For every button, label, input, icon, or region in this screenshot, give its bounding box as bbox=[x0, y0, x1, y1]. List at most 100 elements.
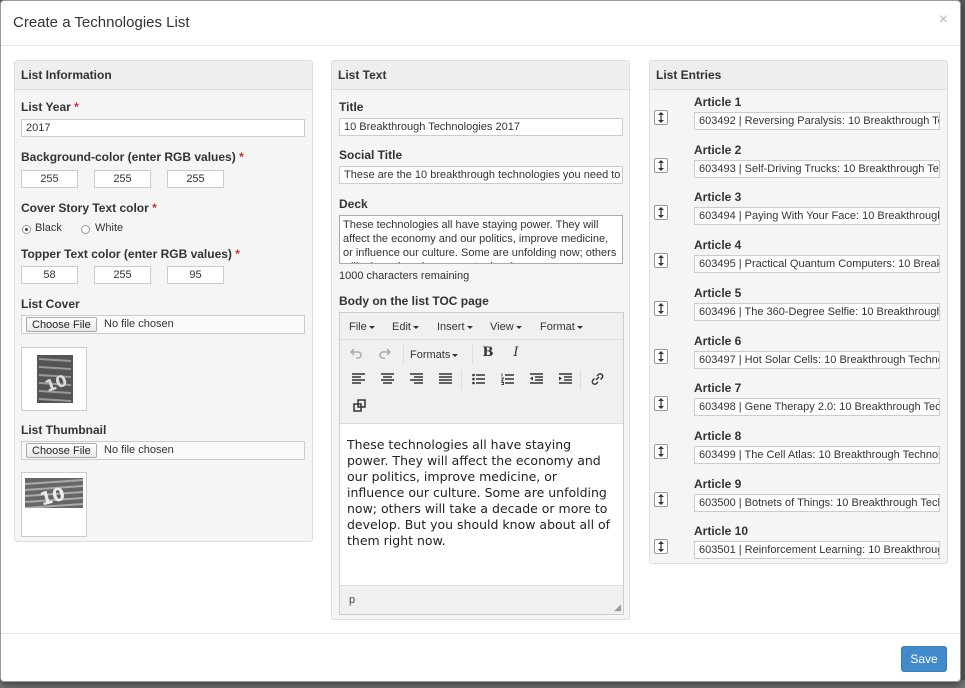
article-label: Article 1 bbox=[694, 95, 742, 109]
drag-handle-icon[interactable] bbox=[654, 301, 668, 316]
article-input[interactable]: 603500 | Botnets of Things: 10 Breakthro… bbox=[694, 494, 940, 512]
modal-title: Create a Technologies List bbox=[13, 14, 190, 31]
outdent-icon[interactable] bbox=[527, 373, 545, 385]
align-left-icon[interactable] bbox=[349, 373, 367, 385]
article-input[interactable]: 603501 | Reinforcement Learning: 10 Brea… bbox=[694, 541, 940, 559]
file-status: No file chosen bbox=[104, 444, 174, 456]
article-label: Article 10 bbox=[694, 524, 749, 538]
toolbar-separator bbox=[580, 370, 581, 390]
social-title-input[interactable]: These are the 10 breakthrough technologi… bbox=[339, 166, 623, 184]
element-path[interactable]: p bbox=[349, 594, 355, 606]
article-label: Article 3 bbox=[694, 190, 742, 204]
topper-green-input[interactable]: 255 bbox=[94, 266, 151, 284]
cover-text-color-label: Cover Story Text color * bbox=[21, 201, 157, 215]
article-label: Article 4 bbox=[694, 238, 742, 252]
indent-icon[interactable] bbox=[556, 373, 574, 385]
edit-menu[interactable]: Edit bbox=[392, 321, 419, 333]
file-menu[interactable]: File bbox=[349, 321, 375, 333]
white-radio-label: White bbox=[95, 222, 124, 234]
article-input[interactable]: 603498 | Gene Therapy 2.0: 10 Breakthrou… bbox=[694, 398, 940, 416]
list-text-panel: List Text Title 10 Breakthrough Technolo… bbox=[331, 60, 630, 620]
article-input[interactable]: 603499 | The Cell Atlas: 10 Breakthrough… bbox=[694, 446, 940, 464]
undo-icon[interactable] bbox=[347, 347, 365, 359]
choose-file-button[interactable]: Choose File bbox=[26, 443, 97, 458]
editor-toolbar: Formats B I bbox=[340, 340, 623, 424]
list-year-input[interactable]: 2017 bbox=[21, 119, 305, 137]
drag-handle-icon[interactable] bbox=[654, 539, 668, 554]
editor-statusbar: p ◢ bbox=[340, 585, 623, 614]
article-label: Article 2 bbox=[694, 143, 742, 157]
list-cover-image: 10 bbox=[21, 347, 87, 411]
align-right-icon[interactable] bbox=[407, 373, 425, 385]
black-radio-label: Black bbox=[35, 222, 62, 234]
list-thumbnail-image: 10 bbox=[21, 472, 87, 537]
link-icon[interactable] bbox=[588, 373, 606, 385]
close-icon[interactable]: × bbox=[939, 11, 948, 29]
resize-handle-icon[interactable]: ◢ bbox=[614, 603, 621, 612]
align-center-icon[interactable] bbox=[378, 373, 396, 385]
background-color-label: Background-color (enter RGB values) * bbox=[21, 150, 244, 164]
drag-handle-icon[interactable] bbox=[654, 158, 668, 173]
drag-handle-icon[interactable] bbox=[654, 253, 668, 268]
editor-menubar: File Edit Insert View Format bbox=[340, 313, 623, 340]
article-input[interactable]: 603493 | Self-Driving Trucks: 10 Breakth… bbox=[694, 160, 940, 178]
panel-heading: List Entries bbox=[650, 61, 947, 90]
topper-blue-input[interactable]: 95 bbox=[167, 266, 224, 284]
bg-blue-input[interactable]: 255 bbox=[167, 170, 224, 188]
black-radio[interactable] bbox=[22, 225, 31, 234]
drag-handle-icon[interactable] bbox=[654, 205, 668, 220]
modal-header: Create a Technologies List × bbox=[1, 1, 960, 46]
numbered-list-icon[interactable] bbox=[498, 373, 516, 385]
toolbar-separator bbox=[461, 370, 462, 390]
article-label: Article 6 bbox=[694, 334, 742, 348]
drag-handle-icon[interactable] bbox=[654, 349, 668, 364]
modal-footer: Save bbox=[1, 633, 960, 683]
rich-text-editor: File Edit Insert View Format Formats B I bbox=[339, 312, 624, 615]
list-information-panel: List Information List Year * 2017 Backgr… bbox=[14, 60, 313, 542]
source-code-icon[interactable] bbox=[350, 399, 368, 412]
title-label: Title bbox=[339, 100, 364, 114]
article-input[interactable]: 603494 | Paying With Your Face: 10 Break… bbox=[694, 207, 940, 225]
bg-red-input[interactable]: 255 bbox=[21, 170, 78, 188]
insert-menu[interactable]: Insert bbox=[437, 321, 473, 333]
drag-handle-icon[interactable] bbox=[654, 110, 668, 125]
list-thumbnail-file-input[interactable]: Choose File No file chosen bbox=[21, 441, 305, 460]
editor-content[interactable]: These technologies all have staying powe… bbox=[340, 424, 623, 586]
choose-file-button[interactable]: Choose File bbox=[26, 317, 97, 332]
article-label: Article 9 bbox=[694, 477, 742, 491]
create-list-modal: Create a Technologies List × List Inform… bbox=[0, 0, 961, 682]
bg-green-input[interactable]: 255 bbox=[94, 170, 151, 188]
toolbar-separator bbox=[472, 344, 473, 364]
bullet-list-icon[interactable] bbox=[469, 373, 487, 385]
save-button[interactable]: Save bbox=[901, 646, 947, 672]
body-label: Body on the list TOC page bbox=[339, 294, 489, 308]
list-cover-label: List Cover bbox=[21, 297, 80, 311]
drag-handle-icon[interactable] bbox=[654, 396, 668, 411]
article-input[interactable]: 603492 | Reversing Paralysis: 10 Breakth… bbox=[694, 112, 940, 130]
article-input[interactable]: 603496 | The 360-Degree Selfie: 10 Break… bbox=[694, 303, 940, 321]
italic-icon[interactable]: I bbox=[507, 345, 525, 360]
list-entries-panel: List Entries Article 1 603492 | Reversing… bbox=[649, 60, 948, 564]
title-input[interactable]: 10 Breakthrough Technologies 2017 bbox=[339, 118, 623, 136]
article-input[interactable]: 603495 | Practical Quantum Computers: 10… bbox=[694, 255, 940, 273]
format-menu[interactable]: Format bbox=[540, 321, 583, 333]
drag-handle-icon[interactable] bbox=[654, 492, 668, 507]
redo-icon[interactable] bbox=[376, 347, 394, 359]
bold-icon[interactable]: B bbox=[479, 345, 497, 360]
align-justify-icon[interactable] bbox=[436, 373, 454, 385]
required-mark: * bbox=[74, 100, 79, 114]
topper-text-color-label: Topper Text color (enter RGB values) * bbox=[21, 247, 240, 261]
panel-heading: List Information bbox=[15, 61, 312, 90]
formats-dropdown[interactable]: Formats bbox=[410, 349, 459, 361]
list-cover-file-input[interactable]: Choose File No file chosen bbox=[21, 315, 305, 334]
article-input[interactable]: 603497 | Hot Solar Cells: 10 Breakthroug… bbox=[694, 351, 940, 369]
social-title-label: Social Title bbox=[339, 148, 403, 162]
drag-handle-icon[interactable] bbox=[654, 444, 668, 459]
characters-remaining: 1000 characters remaining bbox=[339, 270, 470, 282]
toolbar-separator bbox=[403, 344, 404, 364]
deck-textarea[interactable]: These technologies all have staying powe… bbox=[339, 215, 623, 264]
topper-red-input[interactable]: 58 bbox=[21, 266, 78, 284]
list-thumbnail-label: List Thumbnail bbox=[21, 423, 107, 437]
white-radio[interactable] bbox=[81, 225, 90, 234]
view-menu[interactable]: View bbox=[490, 321, 522, 333]
